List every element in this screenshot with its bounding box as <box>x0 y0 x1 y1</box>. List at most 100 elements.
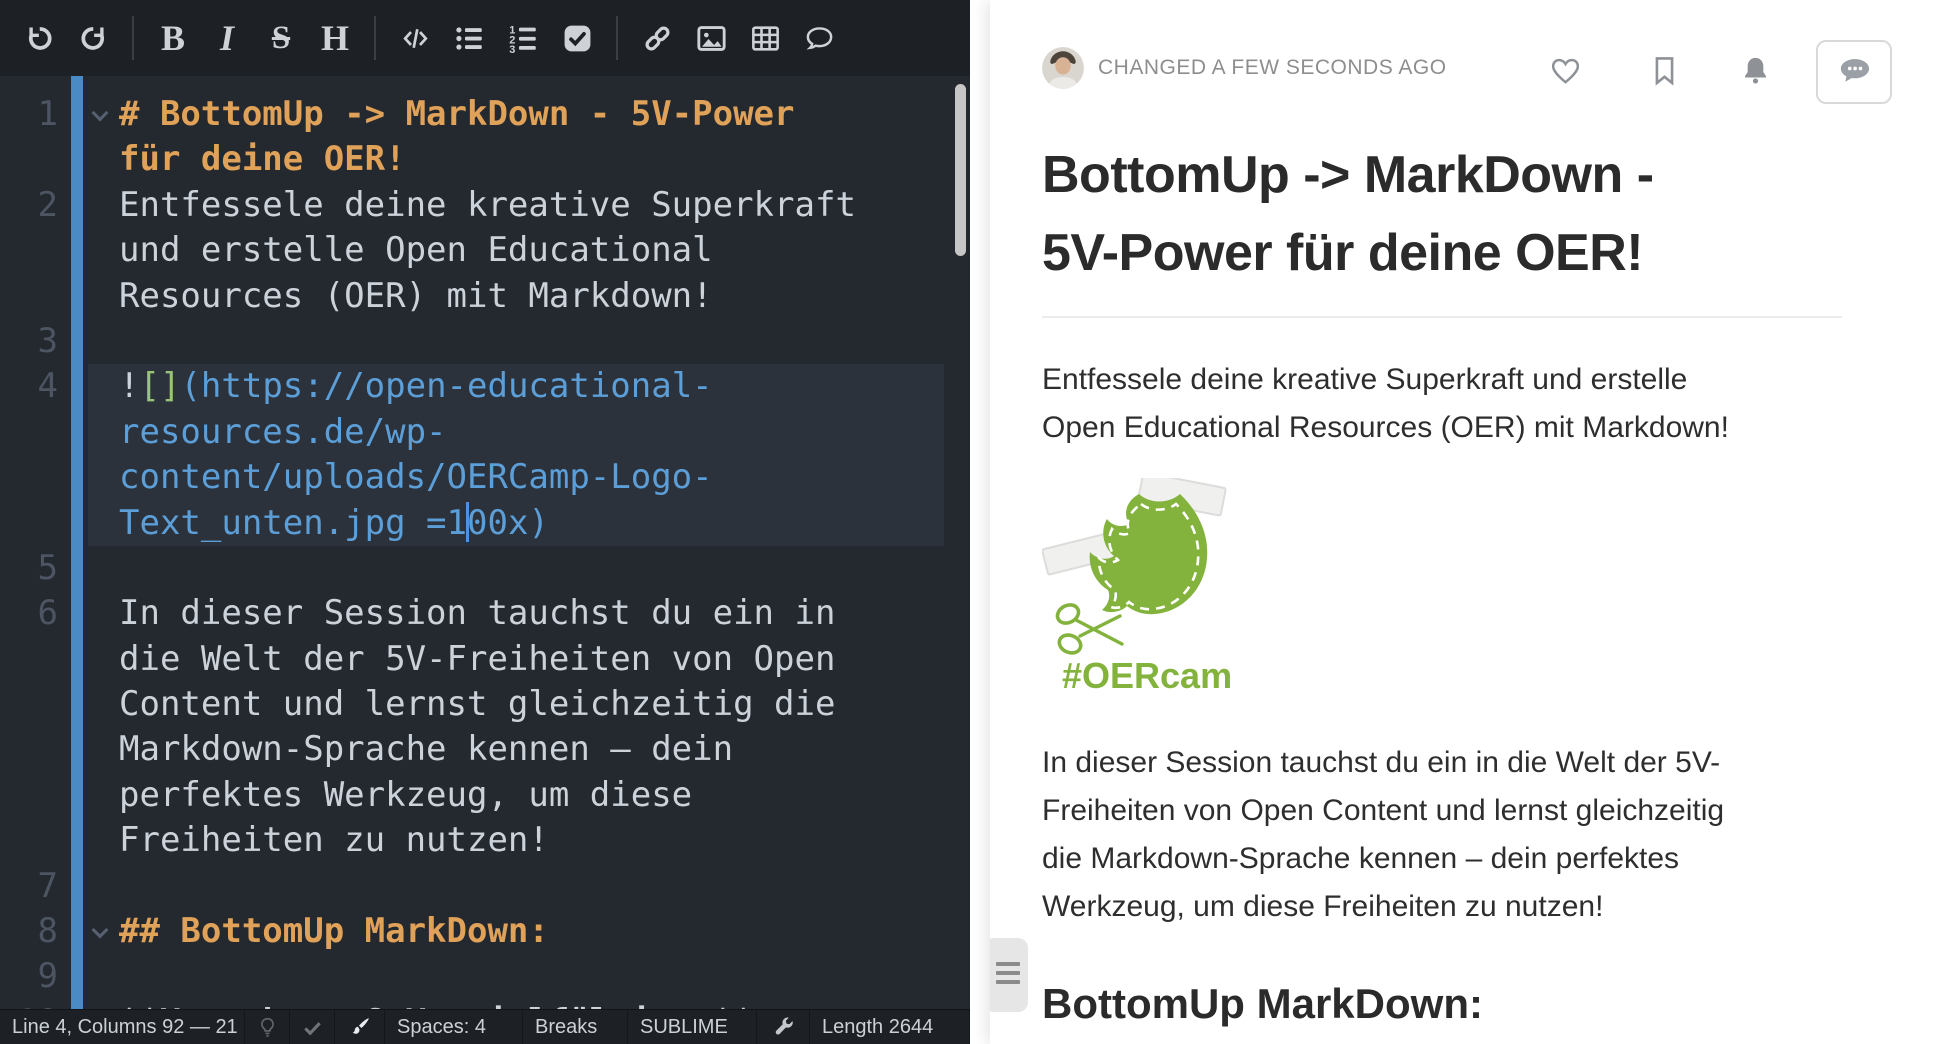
table-icon[interactable] <box>738 10 792 66</box>
editor-line-row[interactable]: Text_unten.jpg =100x) <box>0 501 970 546</box>
code-text: Entfessele deine kreative Superkraft <box>119 185 856 225</box>
ordered-list-icon[interactable]: 123 <box>496 10 550 66</box>
night-mode-toggle[interactable] <box>245 1010 290 1044</box>
editor-toolbar: BISH 123 <box>0 0 970 76</box>
line-number: 4 <box>0 364 58 409</box>
code-editor[interactable]: 1 # BottomUp -> MarkDown - 5V-Power für de… <box>0 76 970 1009</box>
bookmark-icon[interactable] <box>1648 54 1681 90</box>
heart-icon[interactable] <box>1549 54 1582 90</box>
editor-line-row[interactable]: 2 Entfessele deine kreative Superkraft <box>0 183 970 228</box>
code-icon[interactable] <box>388 10 442 66</box>
spellcheck-toggle[interactable] <box>290 1010 335 1044</box>
code-text: und erstelle Open Educational <box>119 230 713 270</box>
code-text: Content und lernst gleichzeitig die <box>119 684 835 724</box>
editor-line-row[interactable]: 3 <box>0 319 970 364</box>
code-text: ## BottomUp MarkDown: <box>119 911 549 951</box>
heading-icon[interactable]: H <box>308 10 362 66</box>
editor-line-row[interactable]: 6 In dieser Session tauchst du ein in <box>0 591 970 636</box>
editor-line-row[interactable]: 9 <box>0 954 970 999</box>
line-number: 9 <box>0 954 58 999</box>
editor-line-row[interactable]: Freiheiten zu nutzen! <box>0 818 970 863</box>
link-icon[interactable] <box>630 10 684 66</box>
image-icon[interactable] <box>684 10 738 66</box>
linebreak-mode-status[interactable]: Breaks <box>523 1010 628 1044</box>
code-text: content/uploads/OERCamp-Logo- <box>119 457 713 497</box>
toc-handle[interactable] <box>990 938 1028 1012</box>
indent-mode-status[interactable]: Spaces: 4 <box>385 1010 523 1044</box>
line-number: 1 <box>0 92 58 137</box>
editor-line-row[interactable]: Content und lernst gleichzeitig die <box>0 682 970 727</box>
line-number: 7 <box>0 864 58 909</box>
code-text: Freiheiten zu nutzen! <box>119 820 549 860</box>
cursor-position-status: Line 4, Columns 92 — 21 <box>0 1010 245 1044</box>
comment-icon[interactable] <box>792 10 846 66</box>
svg-text:3: 3 <box>509 44 515 54</box>
document-length-status: Length 2644 <box>810 1010 970 1044</box>
code-text: ![](https://open-educational- <box>119 366 713 406</box>
code-text: Text_unten.jpg =100x) <box>119 503 549 543</box>
preferences-button[interactable] <box>757 1010 810 1044</box>
editor-line-row[interactable]: 7 <box>0 864 970 909</box>
preview-subheading: BottomUp MarkDown: <box>1042 981 1842 1027</box>
last-changed-label: CHANGED A FEW SECONDS AGO <box>1098 56 1447 80</box>
task-list-icon[interactable] <box>550 10 604 66</box>
line-number: 5 <box>0 546 58 591</box>
comments-button[interactable] <box>1816 40 1892 104</box>
editor-line-row[interactable]: 4 ![](https://open-educational- <box>0 364 970 409</box>
bold-icon[interactable]: B <box>146 10 200 66</box>
toolbar-divider <box>132 16 134 60</box>
undo-icon[interactable] <box>12 10 66 66</box>
editor-pane: BISH 123 1 # BottomUp -> MarkDown - 5V-Pow… <box>0 0 970 1044</box>
line-number: 8 <box>0 909 58 954</box>
hamburger-icon <box>996 962 1020 989</box>
editor-line-row[interactable]: Resources (OER) mit Markdown! <box>0 274 970 319</box>
fold-chevron-icon[interactable] <box>92 105 109 122</box>
preview-paragraph-1: Entfessele deine kreative Superkraft und… <box>1042 356 1862 452</box>
code-text: die Welt der 5V-Freiheiten von Open <box>119 639 835 679</box>
code-text: **Verwahren & Vervielfältigen** <box>119 1002 754 1009</box>
code-text: resources.de/wp- <box>119 412 447 452</box>
fold-chevron-icon[interactable] <box>92 922 109 939</box>
note-actions <box>1549 40 1892 104</box>
preview-pane: CHANGED A FEW SECONDS AGO BottomUp -> Ma… <box>990 0 1938 1044</box>
editor-scrollbar[interactable] <box>955 84 966 256</box>
line-number: 2 <box>0 183 58 228</box>
editor-line-row[interactable]: 8 ## BottomUp MarkDown: <box>0 909 970 954</box>
editor-line-row[interactable]: content/uploads/OERCamp-Logo- <box>0 455 970 500</box>
italic-icon[interactable]: I <box>200 10 254 66</box>
editor-line-row[interactable]: 10 **Verwahren & Vervielfältigen** <box>0 1000 970 1009</box>
split-markdown-editor: BISH 123 1 # BottomUp -> MarkDown - 5V-Pow… <box>0 0 1938 1044</box>
editor-line-row[interactable]: perfektes Werkzeug, um diese <box>0 773 970 818</box>
title-divider <box>1042 316 1842 318</box>
line-number: 6 <box>0 591 58 636</box>
editor-line-row[interactable]: die Welt der 5V-Freiheiten von Open <box>0 637 970 682</box>
linter-toggle[interactable] <box>335 1010 385 1044</box>
editor-line-row[interactable]: resources.de/wp- <box>0 410 970 455</box>
keymap-status[interactable]: SUBLIME <box>628 1010 757 1044</box>
editor-line-row[interactable]: 5 <box>0 546 970 591</box>
editor-line-row[interactable]: Markdown-Sprache kennen – dein <box>0 727 970 772</box>
oercamp-logo-label: #OERcamp <box>1062 655 1234 696</box>
user-avatar <box>1042 47 1084 89</box>
toolbar-divider <box>374 16 376 60</box>
bell-icon[interactable] <box>1739 54 1772 90</box>
line-number: 10 <box>0 1000 58 1009</box>
editor-line-row[interactable]: 1 # BottomUp -> MarkDown - 5V-Power <box>0 92 970 137</box>
code-lines: 1 # BottomUp -> MarkDown - 5V-Power für de… <box>0 76 970 1009</box>
code-text: # BottomUp -> MarkDown - 5V-Power <box>119 94 795 134</box>
redo-icon[interactable] <box>66 10 120 66</box>
code-text: perfektes Werkzeug, um diese <box>119 775 692 815</box>
preview-title: BottomUp -> MarkDown - 5V-Power für dein… <box>1042 136 1862 292</box>
strikethrough-icon[interactable]: S <box>254 10 308 66</box>
toolbar-divider <box>616 16 618 60</box>
code-text: Resources (OER) mit Markdown! <box>119 276 713 316</box>
oercamp-logo-image: #OERcamp <box>1042 478 1234 700</box>
editor-line-row[interactable]: für deine OER! <box>0 137 970 182</box>
editor-line-row[interactable]: und erstelle Open Educational <box>0 228 970 273</box>
code-text: In dieser Session tauchst du ein in <box>119 593 835 633</box>
code-text: für deine OER! <box>119 139 406 179</box>
editor-statusbar: Line 4, Columns 92 — 21 Spaces: 4BreaksSU… <box>0 1009 970 1044</box>
preview-paragraph-2: In dieser Session tauchst du ein in die … <box>1042 739 1862 931</box>
unordered-list-icon[interactable] <box>442 10 496 66</box>
line-number: 3 <box>0 319 58 364</box>
